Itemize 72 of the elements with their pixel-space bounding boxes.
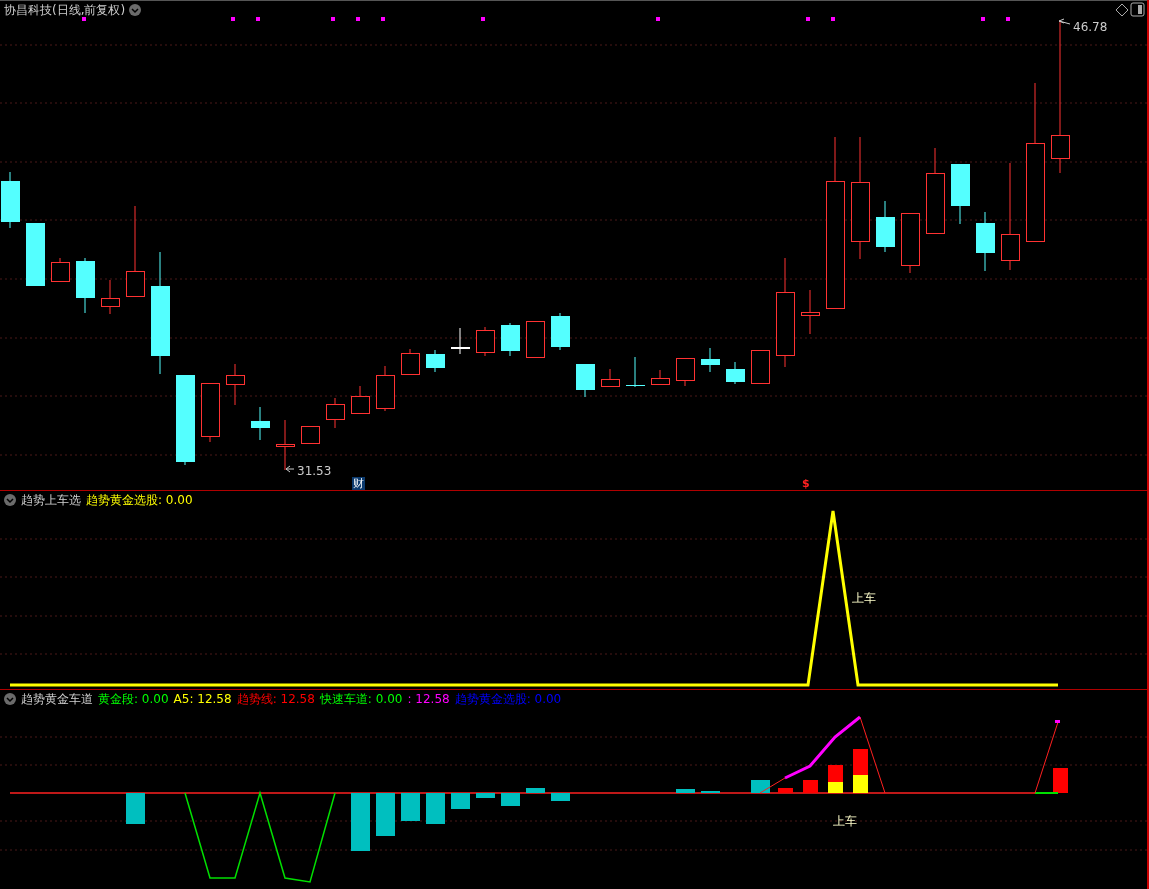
collapse-icon[interactable] bbox=[4, 693, 16, 705]
candlestick bbox=[451, 327, 470, 355]
candlestick bbox=[426, 349, 445, 373]
signal-label: 上车 bbox=[852, 591, 876, 605]
candlestick bbox=[376, 365, 395, 412]
histogram-bar bbox=[376, 793, 395, 836]
candlestick bbox=[801, 289, 820, 335]
candlestick bbox=[751, 349, 770, 384]
candlestick bbox=[351, 385, 370, 414]
histogram-bar bbox=[401, 793, 420, 821]
candlestick bbox=[601, 368, 620, 387]
histogram-bar bbox=[476, 793, 495, 798]
diamond-icon[interactable] bbox=[1115, 3, 1129, 17]
candlestick bbox=[301, 425, 320, 444]
candlestick bbox=[26, 222, 45, 287]
candlestick bbox=[326, 397, 345, 429]
indicator-line bbox=[1034, 792, 1059, 794]
price-high-label: 46.78 bbox=[1073, 20, 1108, 34]
candlestick bbox=[1, 171, 20, 229]
histogram-bar bbox=[451, 793, 470, 809]
candlestick bbox=[101, 279, 120, 315]
histogram-bar bbox=[126, 793, 145, 824]
histogram-bar bbox=[501, 793, 520, 806]
candlestick bbox=[226, 363, 245, 406]
histogram-bar bbox=[1053, 768, 1068, 793]
candlestick bbox=[501, 322, 520, 357]
indicator-value: 快速车道: 0.00 bbox=[319, 691, 403, 707]
histogram-bar bbox=[751, 780, 770, 793]
indicator-name: 趋势上车选 bbox=[21, 492, 81, 508]
panel-toggle-icon[interactable] bbox=[1130, 2, 1145, 17]
indicator-value: 黄金段: 0.00 bbox=[98, 691, 169, 707]
candlestick bbox=[651, 369, 670, 385]
candlestick bbox=[201, 382, 220, 443]
histogram-bar bbox=[526, 788, 545, 793]
indicator-value: : 12.58 bbox=[407, 691, 450, 707]
candlestick bbox=[276, 419, 295, 471]
candlestick bbox=[876, 200, 895, 253]
histogram-bar bbox=[351, 793, 370, 851]
pointer-arrow-icon bbox=[1058, 18, 1071, 25]
dollar-marker[interactable]: $ bbox=[802, 477, 810, 490]
candlestick bbox=[626, 356, 645, 388]
indicator-name: 趋势黄金车道 bbox=[21, 691, 93, 707]
finance-marker[interactable]: 财 bbox=[352, 477, 365, 490]
collapse-icon[interactable] bbox=[4, 494, 16, 506]
collapse-icon[interactable] bbox=[129, 4, 142, 16]
candlestick bbox=[551, 312, 570, 351]
candlestick bbox=[901, 212, 920, 274]
candlestick bbox=[576, 363, 595, 398]
indicator-value: 趋势黄金选股: 0.00 bbox=[86, 492, 193, 508]
candlestick bbox=[76, 257, 95, 314]
histogram-bar bbox=[803, 780, 818, 793]
pointer-arrow-icon bbox=[285, 465, 295, 473]
indicator-value: 趋势黄金选股: 0.00 bbox=[454, 691, 562, 707]
candlestick bbox=[676, 357, 695, 387]
indicator-value: 趋势线: 12.58 bbox=[236, 691, 315, 707]
candlestick bbox=[251, 406, 270, 441]
candlestick bbox=[701, 347, 720, 373]
histogram-bar bbox=[676, 789, 695, 793]
indicator-value: A5: 12.58 bbox=[173, 691, 232, 707]
candlestick bbox=[976, 211, 995, 272]
candlestick bbox=[526, 320, 545, 358]
histogram-bar bbox=[551, 793, 570, 801]
candlestick bbox=[726, 361, 745, 385]
candlestick bbox=[476, 326, 495, 357]
candlestick bbox=[51, 257, 70, 282]
histogram-bar bbox=[778, 788, 793, 793]
price-low-label: 31.53 bbox=[297, 464, 332, 478]
histogram-bar bbox=[426, 793, 445, 824]
stock-title: 协昌科技(日线,前复权) bbox=[4, 2, 126, 18]
candlestick bbox=[951, 163, 970, 225]
signal-label: 上车 bbox=[833, 814, 857, 828]
candlestick bbox=[401, 348, 420, 375]
